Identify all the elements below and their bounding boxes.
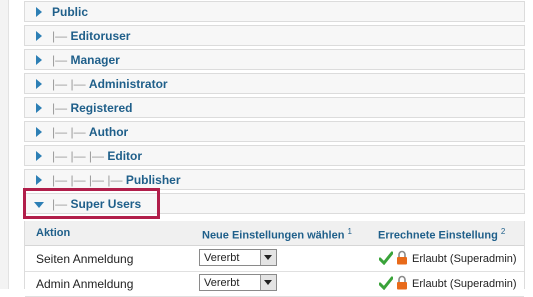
group-label: |— Registered: [52, 101, 133, 115]
permission-select[interactable]: Vererbt: [199, 274, 277, 291]
group-label: |— |— Administrator: [52, 77, 168, 91]
group-publisher[interactable]: |— |— |— |— Publisher: [24, 169, 525, 190]
group-label: |— Editoruser: [52, 29, 131, 43]
calculated-setting: Erlaubt (Superadmin): [412, 278, 517, 290]
group-label: |— Manager: [52, 53, 120, 67]
group-manager[interactable]: |— Manager: [24, 49, 525, 70]
dropdown-arrow-icon[interactable]: [260, 275, 276, 290]
expand-arrow-icon: [36, 151, 42, 161]
left-rail: [0, 0, 9, 289]
group-author[interactable]: |— |— Author: [24, 121, 525, 142]
expand-arrow-icon: [36, 55, 42, 65]
check-icon: [379, 276, 393, 290]
permission-select[interactable]: Vererbt: [199, 249, 277, 266]
action-label: Seiten Anmeldung: [36, 252, 134, 266]
table-row: Admin Anmeldung Vererbt Erlaubt (Superad…: [25, 271, 524, 297]
group-editoruser[interactable]: |— Editoruser: [24, 25, 525, 46]
check-icon: [379, 251, 393, 265]
group-editor[interactable]: |— |— |— Editor: [24, 145, 525, 166]
expand-arrow-icon: [36, 127, 42, 137]
group-public[interactable]: Public: [24, 1, 525, 22]
group-registered[interactable]: |— Registered: [24, 97, 525, 118]
group-label: |— |— |— Editor: [52, 149, 143, 163]
select-value: Vererbt: [204, 252, 240, 264]
expand-arrow-icon: [36, 79, 42, 89]
select-value: Vererbt: [204, 277, 240, 289]
selection-highlight: [23, 188, 160, 219]
expand-arrow-icon: [36, 175, 42, 185]
group-label: |— |— Author: [52, 125, 129, 139]
calculated-setting: Erlaubt (Superadmin): [412, 253, 517, 265]
dropdown-arrow-icon[interactable]: [260, 250, 276, 265]
group-label: Public: [52, 5, 89, 19]
group-label: |— |— |— |— Publisher: [52, 173, 181, 187]
col-header-action: Aktion: [36, 227, 71, 239]
expand-arrow-icon: [36, 103, 42, 113]
lock-icon: [397, 275, 407, 290]
expand-arrow-icon: [36, 7, 42, 17]
lock-icon: [397, 250, 407, 265]
permissions-table: Aktion Neue Einstellungen wählen 1 Errec…: [24, 221, 525, 297]
group-administrator[interactable]: |— |— Administrator: [24, 73, 525, 94]
table-header: Aktion Neue Einstellungen wählen 1 Errec…: [25, 221, 524, 246]
col-header-calculated: Errechnete Einstellung 2: [378, 227, 506, 242]
table-row: Seiten Anmeldung Vererbt Erlaubt (Supera…: [25, 246, 524, 272]
expand-arrow-icon: [36, 31, 42, 41]
permissions-panel: Public |— Editoruser |— Manager |— |— Ad…: [0, 0, 533, 297]
col-header-new-setting: Neue Einstellungen wählen 1: [202, 227, 352, 242]
